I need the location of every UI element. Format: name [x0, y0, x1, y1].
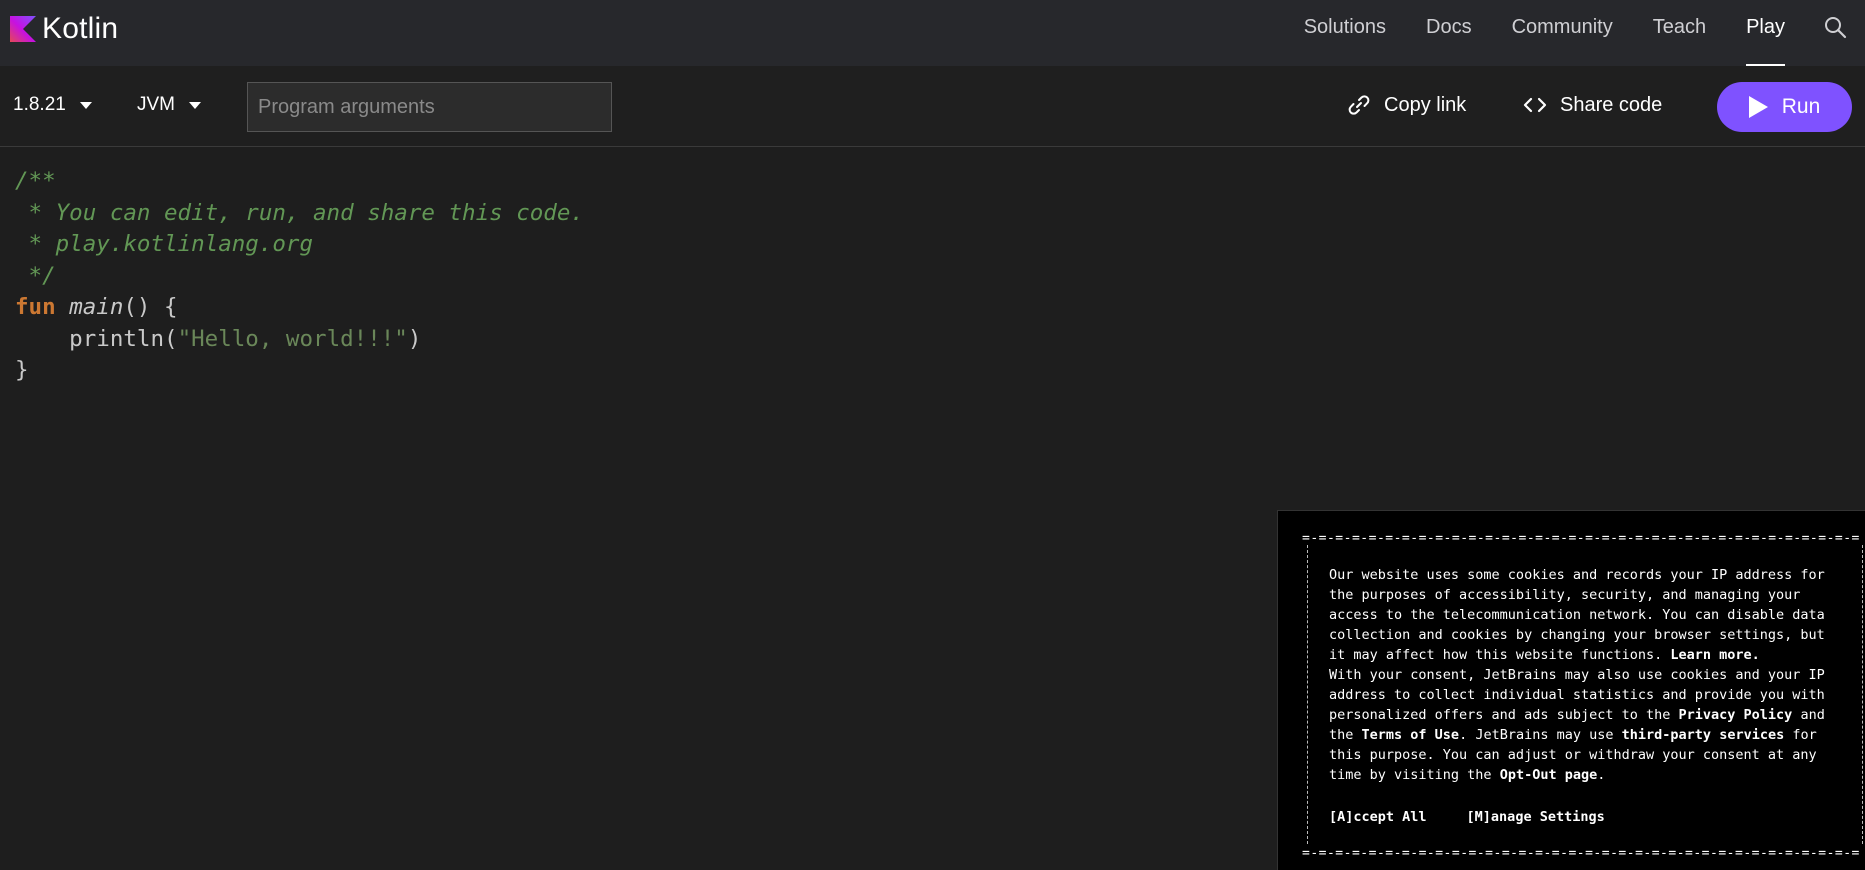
banner-border-top: =-=-=-=-=-=-=-=-=-=-=-=-=-=-=-=-=-=-=-=-… — [1302, 531, 1861, 546]
code-content[interactable]: /** * You can edit, run, and share this … — [15, 166, 584, 387]
code-line-1: /** — [15, 168, 56, 194]
terms-of-use-link[interactable]: Terms of Use — [1362, 727, 1460, 743]
logo-text: Kotlin — [42, 12, 119, 45]
version-select[interactable]: 1.8.21 — [13, 94, 92, 116]
version-value: 1.8.21 — [13, 94, 66, 115]
code-line-5: fun main() { — [15, 294, 178, 320]
code-line-3: * play.kotlinlang.org — [15, 231, 314, 257]
third-party-services-link[interactable]: third-party services — [1622, 727, 1785, 743]
cookie-text: Our website uses some cookies and record… — [1329, 565, 1849, 785]
banner-border-right — [1862, 545, 1864, 844]
nav-links: Solutions Docs Community Teach Play — [1284, 0, 1865, 66]
code-line-4: */ — [15, 262, 56, 289]
share-code-button[interactable]: Share code — [1522, 92, 1662, 118]
nav-item-docs[interactable]: Docs — [1406, 0, 1492, 66]
banner-border-bottom: =-=-=-=-=-=-=-=-=-=-=-=-=-=-=-=-=-=-=-=-… — [1302, 846, 1861, 861]
nav-item-community[interactable]: Community — [1492, 0, 1633, 66]
cookie-text-may-use: . JetBrains may use — [1459, 727, 1614, 743]
search-button[interactable] — [1805, 0, 1865, 60]
copy-link-button[interactable]: Copy link — [1346, 92, 1466, 118]
opt-out-link[interactable]: Opt-Out page — [1500, 767, 1598, 783]
kotlin-logo[interactable]: Kotlin — [10, 12, 118, 46]
code-brackets-icon — [1523, 97, 1547, 113]
cookie-text-period: . — [1597, 767, 1606, 783]
code-line-6: println("Hello, world!!!") — [15, 325, 422, 352]
platform-select[interactable]: JVM — [137, 94, 201, 116]
program-arguments-input[interactable] — [247, 82, 612, 132]
play-icon — [1748, 96, 1768, 118]
copy-link-label: Copy link — [1384, 93, 1467, 116]
cookie-actions: [A]ccept All [M]anage Settings — [1329, 809, 1605, 825]
link-icon — [1348, 95, 1370, 115]
kotlin-logo-icon — [10, 16, 36, 42]
cookie-banner: =-=-=-=-=-=-=-=-=-=-=-=-=-=-=-=-=-=-=-=-… — [1277, 510, 1865, 870]
search-icon — [1825, 17, 1847, 39]
nav-item-solutions[interactable]: Solutions — [1284, 0, 1406, 66]
nav-item-teach[interactable]: Teach — [1633, 0, 1726, 66]
share-code-label: Share code — [1560, 93, 1663, 116]
banner-border-left — [1307, 545, 1309, 844]
code-line-7: } — [15, 357, 29, 383]
run-label: Run — [1781, 95, 1821, 118]
run-button[interactable]: Run — [1717, 82, 1852, 132]
playground-toolbar: 1.8.21 JVM Copy link Share code Run — [0, 66, 1865, 147]
top-navigation: Kotlin Solutions Docs Community Teach Pl… — [0, 0, 1865, 66]
learn-more-link[interactable]: Learn more. — [1670, 647, 1759, 663]
caret-down-icon — [189, 101, 201, 109]
accept-all-button[interactable]: [A]ccept All — [1329, 809, 1427, 825]
caret-down-icon — [79, 101, 92, 109]
privacy-policy-link[interactable]: Privacy Policy — [1679, 707, 1793, 723]
manage-settings-button[interactable]: [M]anage Settings — [1467, 809, 1605, 825]
nav-item-play[interactable]: Play — [1726, 0, 1805, 66]
platform-value: JVM — [137, 94, 175, 115]
code-line-2: * You can edit, run, and share this code… — [15, 199, 584, 226]
